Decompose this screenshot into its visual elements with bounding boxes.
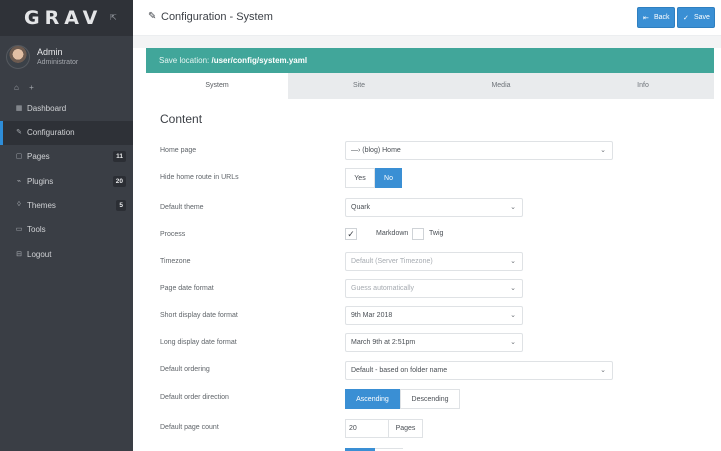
save-location-banner: Save location: /user/config/system.yaml xyxy=(146,48,714,73)
page-date-format-placeholder: Guess automatically xyxy=(351,285,415,292)
page-count-value: 20 xyxy=(349,425,357,432)
sidebar-item-label: Tools xyxy=(27,225,46,234)
sidebar-item-logout[interactable]: ⊟ Logout xyxy=(0,243,133,267)
sidebar-item-configuration[interactable]: ✎ Configuration xyxy=(0,121,133,145)
briefcase-icon: ▭ xyxy=(15,226,23,233)
top-bar: ✎ Configuration - System ⇤ Back ✓ Save xyxy=(133,0,721,36)
chevron-down-icon: ⌄ xyxy=(510,312,516,319)
sidebar-item-label: Pages xyxy=(27,152,50,161)
page-count-input[interactable]: 20 xyxy=(345,419,389,438)
page-title: Configuration - System xyxy=(161,11,273,23)
descending-button[interactable]: Descending xyxy=(400,389,460,409)
default-theme-select[interactable]: Quark ⌄ xyxy=(345,198,523,217)
dashboard-icon: ▦ xyxy=(15,105,23,112)
home-page-label: Home page xyxy=(160,147,197,154)
default-ordering-select[interactable]: Default - based on folder name ⌄ xyxy=(345,361,613,380)
chevron-down-icon: ⌄ xyxy=(510,204,516,211)
ascending-button[interactable]: Ascending xyxy=(345,389,400,409)
user-role: Administrator xyxy=(37,59,79,66)
page-date-format-select[interactable]: Guess automatically ⌄ xyxy=(345,279,523,298)
order-direction-label: Default order direction xyxy=(160,394,229,401)
expand-icon[interactable]: ⇱ xyxy=(110,13,117,22)
long-date-format-select[interactable]: March 9th at 2:51pm ⌄ xyxy=(345,333,523,352)
home-page-value: —› (blog) Home xyxy=(351,147,401,154)
long-date-format-label: Long display date format xyxy=(160,339,237,346)
back-label: Back xyxy=(654,14,670,21)
count-badge: 5 xyxy=(116,200,126,211)
sidebar-item-label: Dashboard xyxy=(27,104,67,113)
tab-site[interactable]: Site xyxy=(288,73,430,99)
wrench-icon: ✎ xyxy=(148,11,157,22)
sidebar-item-dashboard[interactable]: ▦ Dashboard xyxy=(0,97,133,121)
sidebar-item-tools[interactable]: ▭ Tools xyxy=(0,218,133,242)
save-label: Save xyxy=(694,14,710,21)
long-date-format-value: March 9th at 2:51pm xyxy=(351,339,416,346)
check-icon: ✓ xyxy=(683,15,689,22)
sidebar: GRAV ⇱ Admin Administrator ⌂ + ▦ Dashboa… xyxy=(0,0,133,451)
twig-checkbox[interactable] xyxy=(412,228,424,240)
count-badge: 11 xyxy=(113,151,126,162)
hide-home-no-button[interactable]: No xyxy=(375,168,402,188)
page-count-unit: Pages xyxy=(389,419,423,438)
sidebar-item-plugins[interactable]: ⌁ Plugins 20 xyxy=(0,170,133,194)
content-background xyxy=(133,36,721,48)
default-theme-value: Quark xyxy=(351,204,371,211)
tab-media[interactable]: Media xyxy=(430,73,572,99)
banner-prefix: Save location: xyxy=(159,56,210,65)
hide-home-yes-button[interactable]: Yes xyxy=(345,168,375,188)
short-date-format-value: 9th Mar 2018 xyxy=(351,312,393,319)
default-ordering-value: Default - based on folder name xyxy=(351,367,448,374)
default-ordering-label: Default ordering xyxy=(160,366,210,373)
sidebar-item-label: Logout xyxy=(27,250,52,259)
chevron-down-icon: ⌄ xyxy=(510,285,516,292)
sign-out-icon: ⊟ xyxy=(16,251,22,258)
page-count-label: Default page count xyxy=(160,424,219,431)
avatar[interactable] xyxy=(6,45,30,69)
save-button[interactable]: ✓ Save xyxy=(677,7,715,28)
process-label: Process xyxy=(160,231,186,238)
chevron-down-icon: ⌄ xyxy=(510,339,516,346)
twig-label: Twig xyxy=(429,230,444,237)
back-button[interactable]: ⇤ Back xyxy=(637,7,675,28)
tint-icon: ◊ xyxy=(17,201,21,208)
home-page-select[interactable]: —› (blog) Home ⌄ xyxy=(345,141,613,160)
chevron-down-icon: ⌄ xyxy=(600,367,606,374)
wrench-icon: ✎ xyxy=(16,129,22,136)
logo-area: GRAV ⇱ xyxy=(0,0,133,36)
config-panel: Save location: /user/config/system.yaml … xyxy=(146,48,714,451)
plug-icon: ⌁ xyxy=(16,178,22,185)
logo[interactable]: GRAV xyxy=(24,7,102,29)
default-theme-label: Default theme xyxy=(160,204,204,211)
quick-actions: ⌂ + xyxy=(14,83,42,92)
page-date-format-label: Page date format xyxy=(160,285,214,292)
sidebar-item-pages[interactable]: ▢ Pages 11 xyxy=(0,145,133,169)
tab-bar: System Site Media Info xyxy=(146,73,714,99)
sidebar-item-label: Configuration xyxy=(27,128,75,137)
timezone-label: Timezone xyxy=(160,258,191,265)
timezone-placeholder: Default (Server Timezone) xyxy=(351,258,433,265)
tab-system[interactable]: System xyxy=(146,73,288,99)
sidebar-item-themes[interactable]: ◊ Themes 5 xyxy=(0,194,133,218)
file-icon: ▢ xyxy=(15,153,23,160)
chevron-down-icon: ⌄ xyxy=(510,258,516,265)
markdown-checkbox[interactable]: ✓ xyxy=(345,228,357,240)
arrow-left-icon: ⇤ xyxy=(643,15,649,22)
chevron-down-icon: ⌄ xyxy=(600,147,606,154)
short-date-format-select[interactable]: 9th Mar 2018 ⌄ xyxy=(345,306,523,325)
section-title: Content xyxy=(160,112,203,126)
timezone-select[interactable]: Default (Server Timezone) ⌄ xyxy=(345,252,523,271)
sidebar-item-label: Plugins xyxy=(27,177,54,186)
plus-icon[interactable]: + xyxy=(29,83,34,92)
markdown-label: Markdown xyxy=(376,230,409,237)
tab-info[interactable]: Info xyxy=(572,73,714,99)
hide-home-label: Hide home route in URLs xyxy=(160,174,239,181)
count-badge: 20 xyxy=(112,176,126,187)
short-date-format-label: Short display date format xyxy=(160,312,238,319)
user-name[interactable]: Admin xyxy=(37,47,63,57)
home-icon[interactable]: ⌂ xyxy=(14,83,19,92)
banner-path: /user/config/system.yaml xyxy=(211,56,308,65)
sidebar-item-label: Themes xyxy=(27,201,56,210)
